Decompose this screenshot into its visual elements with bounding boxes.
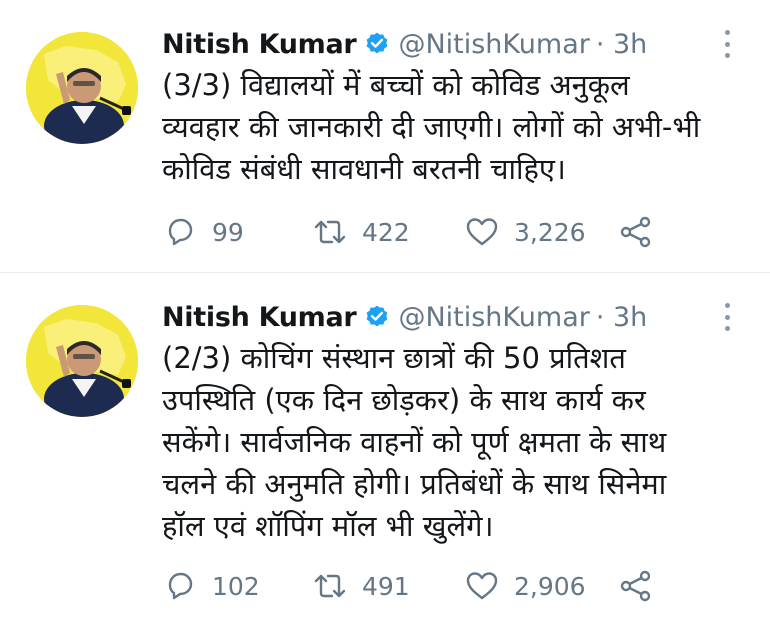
tweet-text: (2/3) कोचिंग संस्थान छात्रों की 50 प्रति…	[162, 337, 752, 547]
tweet-text: (3/3) विद्यालयों में बच्चों को कोविड अनु…	[162, 64, 752, 190]
retweet-count: 422	[362, 217, 410, 247]
tweet-text-line: उपस्थिति (एक दिन छोड़कर) के साथ कार्य कर	[162, 383, 646, 417]
heart-icon	[466, 218, 498, 246]
reply-button[interactable]: 102	[162, 568, 312, 604]
avatar[interactable]	[26, 32, 138, 144]
tweet-text-line: कोविड संबंधी सावधानी बरतनी चाहिए।	[162, 152, 566, 186]
tweet-time[interactable]: · 3h	[596, 29, 647, 60]
tweet-text-line: हॉल एवं शॉपिंग मॉल भी खुलेंगे।	[162, 509, 494, 543]
retweet-count: 491	[362, 571, 410, 601]
reply-count: 99	[212, 217, 244, 247]
like-button[interactable]: 2,906	[464, 568, 618, 604]
retweet-icon	[314, 220, 346, 244]
tweet-actions: 99 422 3,226	[162, 212, 654, 252]
share-icon	[620, 570, 651, 602]
author-handle[interactable]: @NitishKumar	[398, 302, 589, 333]
heart-icon	[466, 572, 498, 600]
more-vertical-icon[interactable]	[718, 303, 736, 331]
tweet-text-line: व्यवहार की जानकारी दी जाएगी। लोगों को अभ…	[162, 110, 701, 144]
avatar[interactable]	[26, 305, 138, 417]
author-name[interactable]: Nitish Kumar	[162, 302, 357, 333]
share-button[interactable]	[618, 568, 654, 604]
reply-icon	[168, 218, 193, 246]
more-vertical-icon[interactable]	[718, 30, 736, 58]
tweet[interactable]: Nitish Kumar @NitishKumar · 3h (2/3) कोच…	[0, 273, 770, 628]
retweet-icon	[314, 574, 346, 598]
tweet-header: Nitish Kumar @NitishKumar · 3h	[162, 297, 647, 337]
tweet-actions: 102 491 2,906	[162, 566, 654, 606]
share-icon	[620, 216, 651, 248]
reply-button[interactable]: 99	[162, 214, 312, 250]
reply-icon	[168, 572, 193, 600]
reply-count: 102	[212, 571, 260, 601]
share-button[interactable]	[618, 214, 654, 250]
tweet-header: Nitish Kumar @NitishKumar · 3h	[162, 24, 647, 64]
like-count: 2,906	[514, 571, 586, 601]
verified-badge-icon	[367, 32, 388, 54]
like-button[interactable]: 3,226	[464, 214, 618, 250]
tweet-text-line: (3/3) विद्यालयों में बच्चों को कोविड अनु…	[162, 68, 630, 102]
like-count: 3,226	[514, 217, 586, 247]
tweet-text-line: सकेंगे। सार्वजनिक वाहनों को पूर्ण क्षमता…	[162, 425, 667, 459]
retweet-button[interactable]: 491	[312, 568, 464, 604]
tweet-text-line: (2/3) कोचिंग संस्थान छात्रों की 50 प्रति…	[162, 341, 626, 375]
author-name[interactable]: Nitish Kumar	[162, 29, 357, 60]
tweet-text-line: चलने की अनुमति होगी। प्रतिबंधों के साथ स…	[162, 467, 667, 501]
author-handle[interactable]: @NitishKumar	[398, 29, 589, 60]
tweet-time[interactable]: · 3h	[596, 302, 647, 333]
verified-badge-icon	[367, 305, 388, 327]
retweet-button[interactable]: 422	[312, 214, 464, 250]
tweet[interactable]: Nitish Kumar @NitishKumar · 3h (3/3) विद…	[0, 0, 770, 272]
